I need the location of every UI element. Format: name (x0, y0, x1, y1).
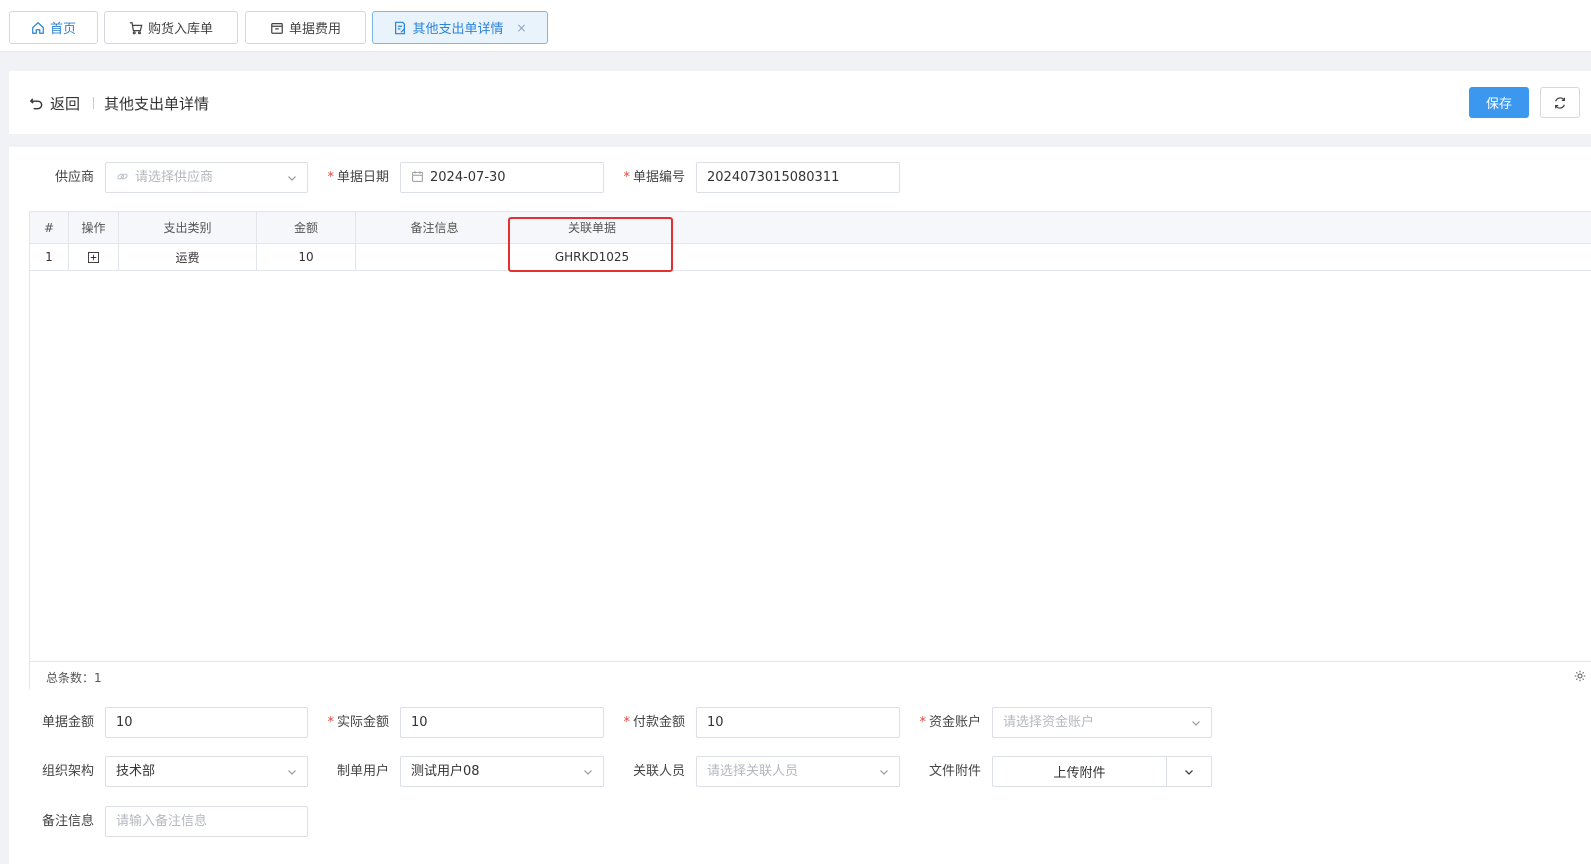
number-label: * 单据编号 (623, 170, 685, 185)
row-index: 1 (30, 244, 69, 270)
pay-amount-label: * 付款金额 (623, 715, 685, 730)
tab-other-expense-detail[interactable]: 其他支出单详情 × (372, 11, 548, 44)
upload-dropdown[interactable] (1167, 757, 1211, 786)
calendar-icon (411, 170, 424, 183)
cart-icon (129, 21, 143, 35)
supplier-label: 供应商 (54, 170, 94, 185)
doc-amount-input[interactable]: 10 (105, 707, 308, 738)
table-header: # 操作 支出类别 金额 备注信息 关联单据 (30, 212, 1591, 244)
page-title: 其他支出单详情 (104, 95, 210, 113)
row-operation (69, 244, 119, 270)
highlight-box (508, 217, 673, 272)
tab-purchase-in[interactable]: 购货入库单 (104, 11, 238, 44)
chevron-down-icon (1185, 769, 1193, 775)
total-count: 总条数：1 (46, 671, 102, 685)
actual-amount-label: * 实际金额 (327, 715, 389, 730)
number-input[interactable]: 2024073015080311 (696, 162, 900, 193)
back-label: 返回 (50, 95, 81, 113)
row-amount[interactable]: 10 (257, 244, 356, 270)
home-icon (31, 21, 45, 35)
col-operation: 操作 (69, 212, 119, 243)
org-select[interactable]: 技术部 (105, 756, 308, 787)
upload-button[interactable]: 上传附件 (993, 757, 1167, 786)
account-select[interactable]: 请选择资金账户 (992, 707, 1212, 738)
save-button[interactable]: 保存 (1469, 87, 1529, 118)
refresh-button[interactable] (1540, 87, 1580, 118)
tab-label: 首页 (49, 22, 76, 37)
row-remark[interactable] (356, 244, 513, 270)
link-icon (116, 170, 129, 183)
creator-label: 制单用户 (336, 764, 389, 779)
related-person-select[interactable]: 请选择关联人员 (696, 756, 900, 787)
col-category: 支出类别 (119, 212, 257, 243)
table-row[interactable]: 1 运费 10 GHRKD1025 (30, 244, 1591, 271)
row-category[interactable]: 运费 (119, 244, 257, 270)
col-amount: 金额 (257, 212, 356, 243)
chevron-down-icon (583, 767, 593, 777)
refresh-icon (1555, 96, 1565, 109)
back-button[interactable]: 返回 (29, 93, 80, 114)
attachment-label: 文件附件 (928, 764, 981, 779)
tab-doc-fee[interactable]: 单据费用 (245, 11, 366, 44)
col-remark: 备注信息 (410, 221, 459, 235)
document-edit-icon (393, 21, 407, 35)
date-picker[interactable]: 2024-07-30 (400, 162, 604, 193)
tab-label: 其他支出单详情 (412, 22, 504, 37)
tab-bar: 首页 购货入库单 单据费用 其他支出单详情 × (0, 0, 1591, 52)
remark-input[interactable]: 请输入备注信息 (105, 806, 308, 837)
undo-icon (29, 98, 43, 110)
account-label: * 资金账户 (919, 715, 981, 730)
chevron-down-icon (287, 173, 297, 183)
chevron-down-icon (287, 767, 297, 777)
supplier-select[interactable]: 请选择供应商 (105, 162, 308, 193)
close-icon[interactable]: × (516, 21, 526, 35)
doc-amount-label: 单据金额 (41, 715, 94, 730)
org-label: 组织架构 (41, 764, 94, 779)
remark-label: 备注信息 (41, 814, 94, 829)
tab-label: 购货入库单 (147, 22, 213, 37)
related-person-label: 关联人员 (632, 764, 685, 779)
attachment-upload: 上传附件 (992, 756, 1212, 787)
divider (93, 97, 94, 109)
receipt-icon (270, 21, 284, 35)
tab-label: 单据费用 (288, 22, 341, 37)
table-footer: 总条数：1 (30, 661, 1591, 689)
tab-home[interactable]: 首页 (9, 11, 98, 44)
chevron-down-icon (1191, 718, 1201, 728)
col-index: # (30, 212, 69, 243)
pay-amount-input[interactable]: 10 (696, 707, 900, 738)
main-form: 供应商 请选择供应商 * 单据日期 2024-07-30 * 单据编号 202407… (9, 147, 1591, 864)
expense-table: # 操作 支出类别 金额 备注信息 关联单据 1 运费 10 GHRKD1025… (29, 211, 1591, 689)
expand-plus-icon[interactable] (88, 251, 99, 263)
chevron-down-icon (879, 767, 889, 777)
actual-amount-input[interactable]: 10 (400, 707, 604, 738)
date-label: * 单据日期 (327, 170, 389, 185)
gear-icon[interactable] (1574, 670, 1586, 682)
creator-select[interactable]: 测试用户08 (400, 756, 604, 787)
page-header: 返回 其他支出单详情 保存 (9, 71, 1591, 134)
